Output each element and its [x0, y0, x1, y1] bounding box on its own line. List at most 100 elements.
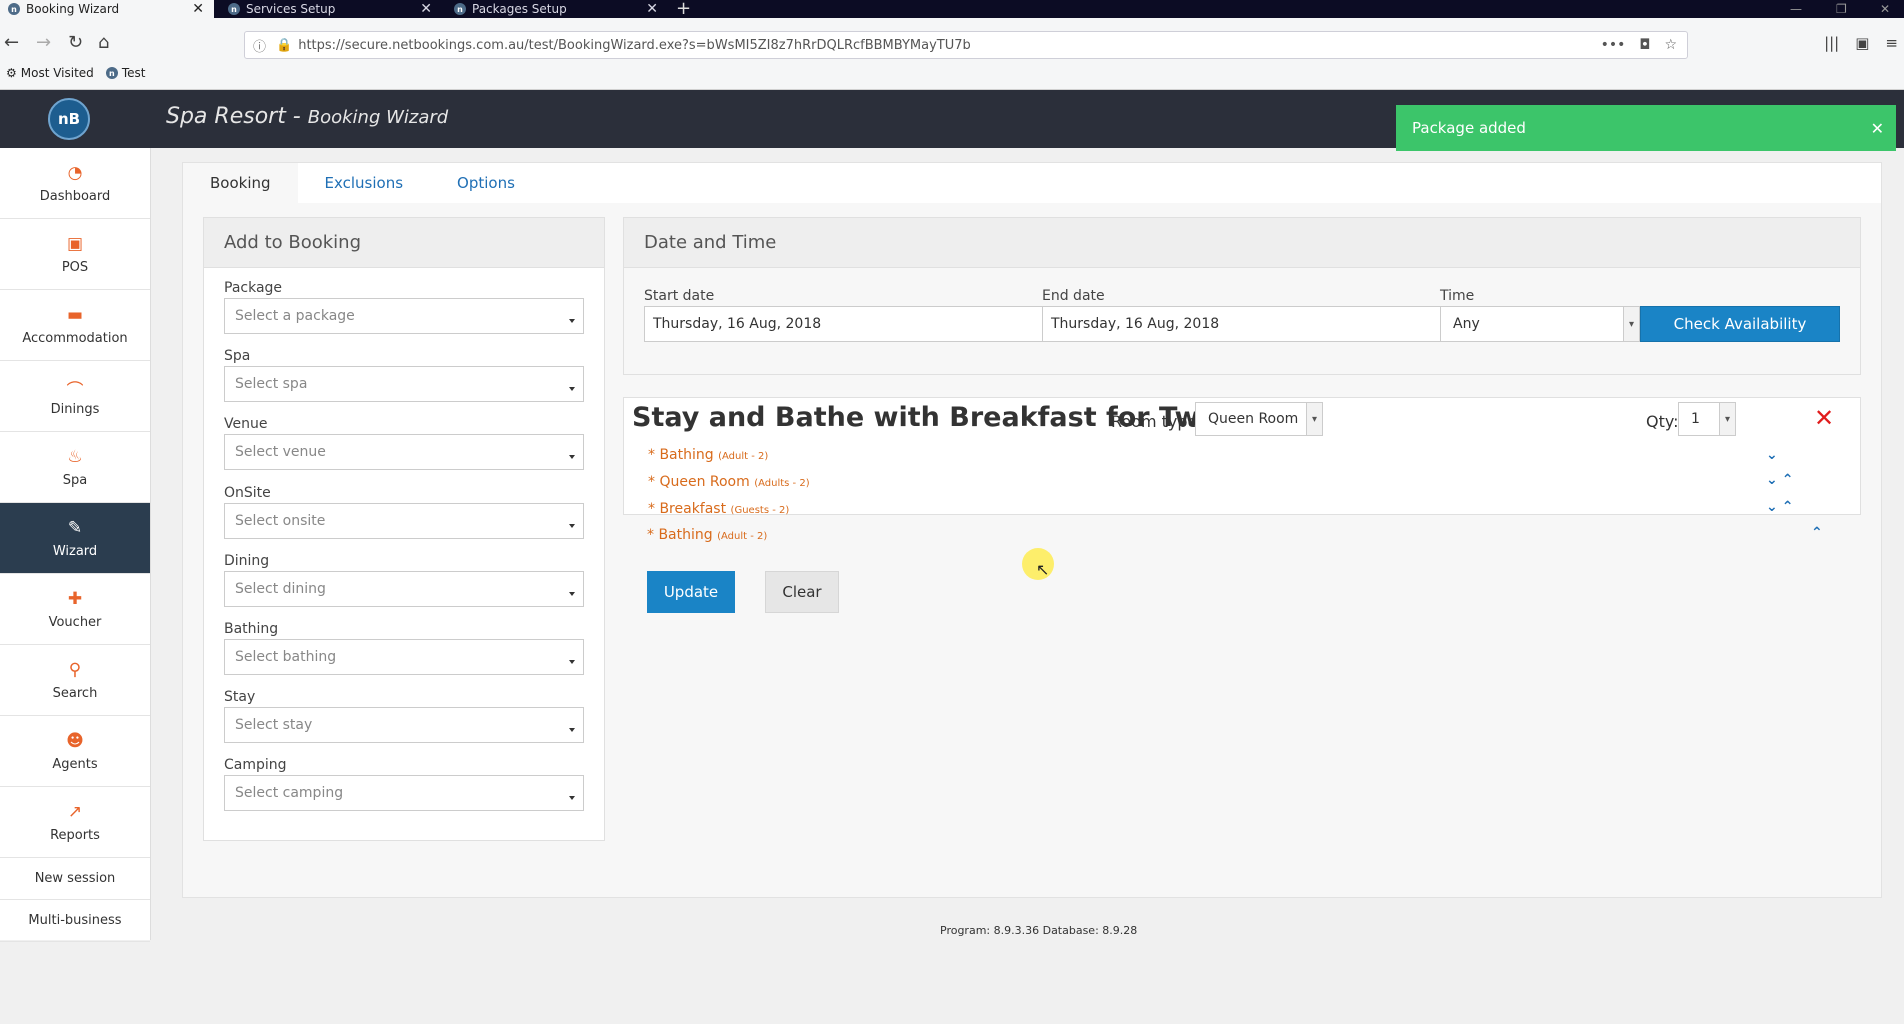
minimize-icon[interactable]: — — [1790, 0, 1802, 18]
sidebar-item-accommodation[interactable]: ▬ Accommodation — [0, 290, 150, 361]
sidebar-item-pos[interactable]: ▣ POS — [0, 219, 150, 290]
remove-package-icon[interactable]: ✕ — [1814, 404, 1834, 432]
restore-icon[interactable]: ❐ — [1836, 0, 1847, 18]
line-order-controls: ⌄ ⌃ — [1766, 499, 1793, 515]
tab-exclusions[interactable]: Exclusions — [298, 163, 431, 203]
close-icon[interactable]: ✕ — [1871, 119, 1884, 138]
room-type-label: Room type: — [1111, 412, 1203, 431]
page-subtitle: Booking Wizard — [307, 107, 449, 128]
select-placeholder: Select dining — [235, 581, 326, 597]
clear-button[interactable]: Clear — [765, 571, 839, 613]
bookmark-star-icon[interactable]: ☆ — [1664, 37, 1677, 53]
package-line-item[interactable]: * Breakfast (Guests - 2) — [648, 501, 789, 517]
sidebar-item-dinings[interactable]: ⌒ Dinings — [0, 361, 150, 432]
bookmark-most-visited[interactable]: ⚙ Most Visited — [6, 66, 94, 80]
bathing-select[interactable]: Select bathing — [224, 639, 584, 675]
select-placeholder: Select camping — [235, 785, 344, 801]
browser-tab-services-setup[interactable]: n Services Setup ✕ — [220, 0, 442, 18]
venue-select[interactable]: Select venue — [224, 434, 584, 470]
reload-icon[interactable]: ↻ — [68, 32, 83, 53]
browser-tab-bar: n Booking Wizard ✕ n Services Setup ✕ n … — [0, 0, 1904, 19]
new-tab-icon[interactable]: + — [676, 0, 691, 19]
sidebar-item-label: Agents — [52, 756, 98, 772]
field-label: Camping — [224, 757, 287, 773]
pos-icon: ▣ — [66, 233, 84, 254]
move-up-icon[interactable]: ⌃ — [1782, 499, 1794, 515]
bookmark-test[interactable]: n Test — [105, 66, 146, 80]
sidebar-item-label: Voucher — [48, 614, 102, 630]
back-icon[interactable]: ← — [4, 32, 19, 53]
qty-select[interactable]: 1 ▾ — [1678, 402, 1736, 436]
address-bar[interactable]: ⓘ 🔒 https://secure.netbookings.com.au/te… — [244, 31, 1688, 59]
sidebar-item-label: Reports — [50, 827, 100, 843]
sidebar-item-reports[interactable]: ↗ Reports — [0, 787, 150, 858]
sidebar-item-voucher[interactable]: ✚ Voucher — [0, 574, 150, 645]
check-availability-button[interactable]: Check Availability — [1640, 306, 1840, 342]
move-up-icon[interactable]: ⌃ — [1811, 525, 1823, 541]
caret-down-icon — [569, 660, 575, 664]
line-order-controls: ⌄ ⌃ — [1766, 472, 1793, 488]
lock-icon: 🔒 — [276, 37, 293, 53]
package-select[interactable]: Select a package — [224, 298, 584, 334]
package-line-item[interactable]: * Bathing (Adult - 2) — [648, 447, 768, 463]
booking-tabs: Booking Exclusions Options — [183, 163, 1881, 203]
tab-booking[interactable]: Booking — [183, 163, 298, 203]
line-detail: (Adult - 2) — [718, 451, 769, 462]
close-tab-icon[interactable]: ✕ — [420, 1, 432, 17]
browser-nav-bar: ← → ↻ ⌂ ⓘ 🔒 https://secure.netbookings.c… — [0, 18, 1904, 90]
gift-icon: ✚ — [67, 588, 83, 609]
library-icon[interactable]: ||| — [1824, 34, 1839, 52]
tab-label: Booking Wizard — [26, 2, 120, 16]
main-content: Booking Exclusions Options Add to Bookin… — [182, 162, 1882, 898]
close-tab-icon[interactable]: ✕ — [192, 1, 204, 17]
start-date-input[interactable]: Thursday, 16 Aug, 2018 — [644, 306, 1044, 342]
caret-down-icon — [569, 592, 575, 596]
camping-select[interactable]: Select camping — [224, 775, 584, 811]
move-up-icon[interactable]: ⌃ — [1782, 472, 1794, 488]
nb-logo[interactable]: nB — [48, 98, 90, 140]
multi-business-link[interactable]: Multi-business — [0, 900, 150, 942]
package-line-item[interactable]: * Queen Room (Adults - 2) — [648, 474, 810, 490]
dining-select[interactable]: Select dining — [224, 571, 584, 607]
room-type-select[interactable]: Queen Room ▾ — [1195, 402, 1323, 436]
field-label: Dining — [224, 553, 270, 569]
home-icon[interactable]: ⌂ — [98, 32, 109, 53]
end-date-input[interactable]: Thursday, 16 Aug, 2018 — [1042, 306, 1442, 342]
select-placeholder: Select venue — [235, 444, 326, 460]
line-detail: (Guests - 2) — [730, 505, 790, 516]
browser-tab-packages-setup[interactable]: n Packages Setup ✕ — [446, 0, 668, 18]
close-window-icon[interactable]: ✕ — [1880, 0, 1890, 18]
bookmark-label: Test — [121, 66, 146, 80]
page-title: Spa Resort - Booking Wizard — [166, 104, 448, 129]
sidebar-item-search[interactable]: ⚲ Search — [0, 645, 150, 716]
package-line-item[interactable]: * Bathing (Adult - 2) — [647, 527, 767, 543]
stay-select[interactable]: Select stay — [224, 707, 584, 743]
spa-icon: ♨ — [67, 446, 83, 467]
time-select[interactable]: Any ▾ — [1440, 306, 1640, 342]
move-down-icon[interactable]: ⌄ — [1766, 472, 1778, 488]
update-button[interactable]: Update — [647, 571, 735, 613]
new-session-link[interactable]: New session — [0, 858, 150, 900]
onsite-select[interactable]: Select onsite — [224, 503, 584, 539]
site-favicon-icon: n — [228, 3, 240, 15]
move-down-icon[interactable]: ⌄ — [1766, 499, 1778, 515]
tab-options[interactable]: Options — [430, 163, 542, 203]
browser-tab-booking-wizard[interactable]: n Booking Wizard ✕ — [0, 0, 214, 18]
spa-select[interactable]: Select spa — [224, 366, 584, 402]
bed-icon: ▬ — [66, 304, 84, 325]
toast-message: Package added — [1412, 119, 1526, 137]
sidebar-item-wizard[interactable]: ✎ Wizard — [0, 503, 150, 574]
forward-icon[interactable]: → — [36, 32, 51, 53]
sidebar-item-spa[interactable]: ♨ Spa — [0, 432, 150, 503]
move-down-icon[interactable]: ⌄ — [1766, 447, 1778, 463]
site-favicon-icon: n — [105, 67, 118, 79]
close-tab-icon[interactable]: ✕ — [646, 1, 658, 17]
sidebar-item-dashboard[interactable]: ◔ Dashboard — [0, 148, 150, 219]
menu-icon[interactable]: ≡ — [1885, 34, 1898, 52]
page-actions-icon[interactable]: ••• — [1601, 37, 1626, 53]
field-label: Venue — [224, 416, 268, 432]
sidebar-item-agents[interactable]: ☻ Agents — [0, 716, 150, 787]
site-info-icon[interactable]: ⓘ — [253, 36, 266, 55]
sidebar-toggle-icon[interactable]: ▣ — [1855, 34, 1869, 52]
pocket-icon[interactable]: ◘ — [1639, 37, 1650, 53]
